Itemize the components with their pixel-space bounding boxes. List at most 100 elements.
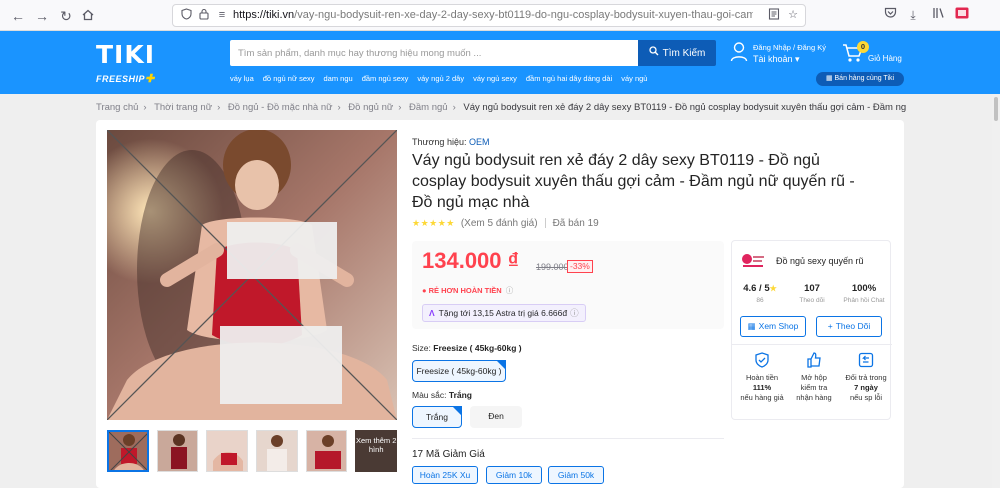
astra-reward[interactable]: Λ Tặng tới 13,15 Astra trị giá 6.666đ ⓘ — [422, 304, 586, 322]
review-link[interactable]: (Xem 5 đánh giá) — [461, 218, 538, 229]
follow-button[interactable]: + Theo Dõi — [816, 316, 882, 337]
reader-view-icon[interactable] — [767, 8, 781, 22]
url-text[interactable]: https://tiki.vn/vay-ngu-bodysuit-ren-xe-… — [233, 5, 753, 26]
info-icon[interactable]: ⓘ — [570, 308, 579, 318]
quick-link[interactable]: váy ngủ sexy — [473, 72, 517, 86]
library-icon[interactable] — [930, 7, 946, 23]
coupon-tag[interactable]: Giảm 10k — [486, 466, 542, 484]
size-option[interactable]: Freesize ( 45kg-60kg ) — [412, 360, 506, 382]
selected-color: Trắng — [448, 390, 473, 400]
breadcrumb-item[interactable]: Đầm ngủ — [409, 102, 448, 113]
coupon-tag[interactable]: Giảm 50k — [548, 466, 604, 484]
search-button-label: Tìm Kiếm — [662, 48, 706, 59]
url-path: /vay-ngu-bodysuit-ren-xe-day-2-day-sexy-… — [294, 9, 753, 21]
extension-icon[interactable] — [954, 7, 970, 23]
quick-link[interactable]: đầm ngủ sexy — [362, 72, 409, 86]
thumbnail[interactable] — [206, 430, 249, 472]
brand-link[interactable]: OEM — [469, 137, 490, 147]
divider — [732, 344, 892, 345]
product-main-image[interactable] — [107, 130, 397, 420]
rating-row: ★★★★★ (Xem 5 đánh giá) Đã bán 19 — [412, 216, 599, 230]
thumbnail[interactable] — [256, 430, 298, 472]
selected-size: Freesize ( 45kg-60kg ) — [433, 343, 522, 353]
seller-followers: 107 Theo dõi — [799, 283, 825, 304]
breadcrumb-item[interactable]: Trang chủ — [96, 102, 138, 113]
thumbs-up-icon — [805, 351, 823, 369]
seller-response-rate: 100% Phản hồi Chat — [843, 283, 885, 304]
sell-with-tiki-button[interactable]: ▦ Bán hàng cùng Tiki — [816, 72, 904, 86]
page-scrollbar[interactable] — [992, 94, 1000, 488]
sold-count: Đã bán 19 — [552, 217, 599, 229]
breadcrumb-separator-icon: › — [217, 102, 221, 113]
quick-link[interactable]: dam ngu — [324, 72, 353, 86]
shop-icon: ▦ — [747, 321, 756, 331]
home-icon[interactable] — [78, 6, 98, 26]
seller-stats: 4.6 / 5★ 86 107 Theo dõi 100% Phản hồi C… — [732, 283, 892, 311]
shield-check-icon — [753, 351, 771, 369]
breadcrumb-current: Váy ngủ bodysuit ren xẻ đáy 2 dây sexy B… — [463, 102, 906, 113]
breadcrumb-item[interactable]: Thời trang nữ — [154, 102, 212, 113]
divider — [412, 438, 724, 439]
back-icon[interactable]: ← — [8, 6, 28, 26]
search-icon — [648, 40, 659, 66]
quick-links: váy lụa đồ ngủ nữ sexy dam ngu đầm ngủ s… — [230, 72, 647, 86]
seller-box: Đồ ngủ sexy quyến rũ 4.6 / 5★ 86 107 The… — [731, 240, 892, 420]
breadcrumb-separator-icon: › — [337, 102, 341, 113]
shield-icon[interactable] — [179, 8, 193, 22]
breadcrumb-item[interactable]: Đồ ngủ nữ — [348, 102, 393, 113]
quick-link[interactable]: váy lụa — [230, 72, 254, 86]
quick-link[interactable]: đầm ngủ hai dây dáng dài — [526, 72, 612, 86]
url-host: https://tiki.vn — [233, 9, 295, 21]
pocket-icon[interactable] — [882, 7, 898, 23]
cart-label: Giỏ Hàng — [868, 54, 902, 63]
caret-down-icon: ▾ — [795, 54, 800, 64]
seller-logo[interactable] — [740, 251, 766, 271]
return-icon — [857, 351, 875, 369]
view-shop-button[interactable]: ▦ Xem Shop — [740, 316, 806, 337]
search-input[interactable] — [230, 40, 638, 66]
tiki-logo[interactable]: TIKI — [96, 40, 155, 69]
bookmark-star-icon[interactable]: ☆ — [786, 8, 800, 22]
freeship-badge: FREESHIP✚ — [96, 72, 155, 85]
search-button[interactable]: Tìm Kiếm — [638, 40, 716, 66]
thumbnail[interactable] — [305, 430, 348, 472]
quick-link[interactable]: váy ngủ 2 dây — [417, 72, 464, 86]
current-price: 134.000 ₫ — [422, 248, 519, 273]
scrollbar-thumb[interactable] — [994, 97, 998, 121]
breadcrumb: Trang chủ › Thời trang nữ › Đồ ngủ - Đồ mặ… — [96, 102, 906, 116]
policy-inspect: Mở hộp kiểm tra nhận hàng — [788, 351, 840, 403]
search-box — [230, 40, 638, 66]
size-label: Size: Freesize ( 45kg-60kg ) — [412, 343, 522, 353]
discount-badge: -33% — [567, 260, 593, 273]
thumbnail[interactable] — [107, 430, 149, 472]
cart-button[interactable]: 0 Giỏ Hàng — [842, 41, 912, 67]
astra-icon: Λ — [429, 308, 435, 318]
freeship-label: FREESHIP — [96, 74, 146, 84]
info-icon[interactable]: ⓘ — [506, 286, 514, 295]
reload-icon[interactable]: ↻ — [56, 6, 76, 26]
quick-link[interactable]: đồ ngủ nữ sexy — [263, 72, 315, 86]
seller-name[interactable]: Đồ ngủ sexy quyến rũ — [776, 256, 864, 266]
view-more-images[interactable]: Xem thêm 2 hình — [355, 430, 398, 472]
store-icon: ▦ — [825, 75, 833, 82]
color-option[interactable]: Trắng — [412, 406, 462, 428]
color-option[interactable]: Đen — [470, 406, 522, 428]
lock-icon[interactable] — [197, 8, 211, 22]
breadcrumb-item[interactable]: Đồ ngủ - Đồ mặc nhà nữ — [228, 102, 333, 113]
breadcrumb-separator-icon: › — [452, 102, 456, 113]
quick-link[interactable]: váy ngủ — [621, 72, 647, 86]
address-bar[interactable]: ≡ https://tiki.vn/vay-ngu-bodysuit-ren-x… — [172, 4, 806, 27]
product-title: Váy ngủ bodysuit ren xẻ đáy 2 dây sexy B… — [412, 152, 855, 211]
coupon-tag[interactable]: Hoàn 25K Xu — [412, 466, 478, 484]
thumbnail[interactable] — [156, 430, 199, 472]
star-icon: ★ — [769, 284, 777, 293]
brand-line: Thương hiệu: OEM — [412, 137, 490, 147]
forward-icon[interactable]: → — [32, 6, 52, 26]
plus-icon: ✚ — [145, 73, 155, 85]
downloads-icon[interactable]: ⤓ — [905, 7, 921, 23]
connection-settings-icon[interactable]: ≡ — [215, 8, 229, 22]
cart-count-badge: 0 — [857, 41, 869, 53]
price-box: 134.000 ₫ 199.000 ₫ -33% ● RẺ HƠN HOÀN T… — [412, 241, 724, 329]
refund-guarantee[interactable]: ● RẺ HƠN HOÀN TIỀN ⓘ — [422, 285, 513, 296]
account-menu[interactable]: Đăng Nhập / Đăng Ký Tài khoản ▾ — [730, 41, 830, 67]
